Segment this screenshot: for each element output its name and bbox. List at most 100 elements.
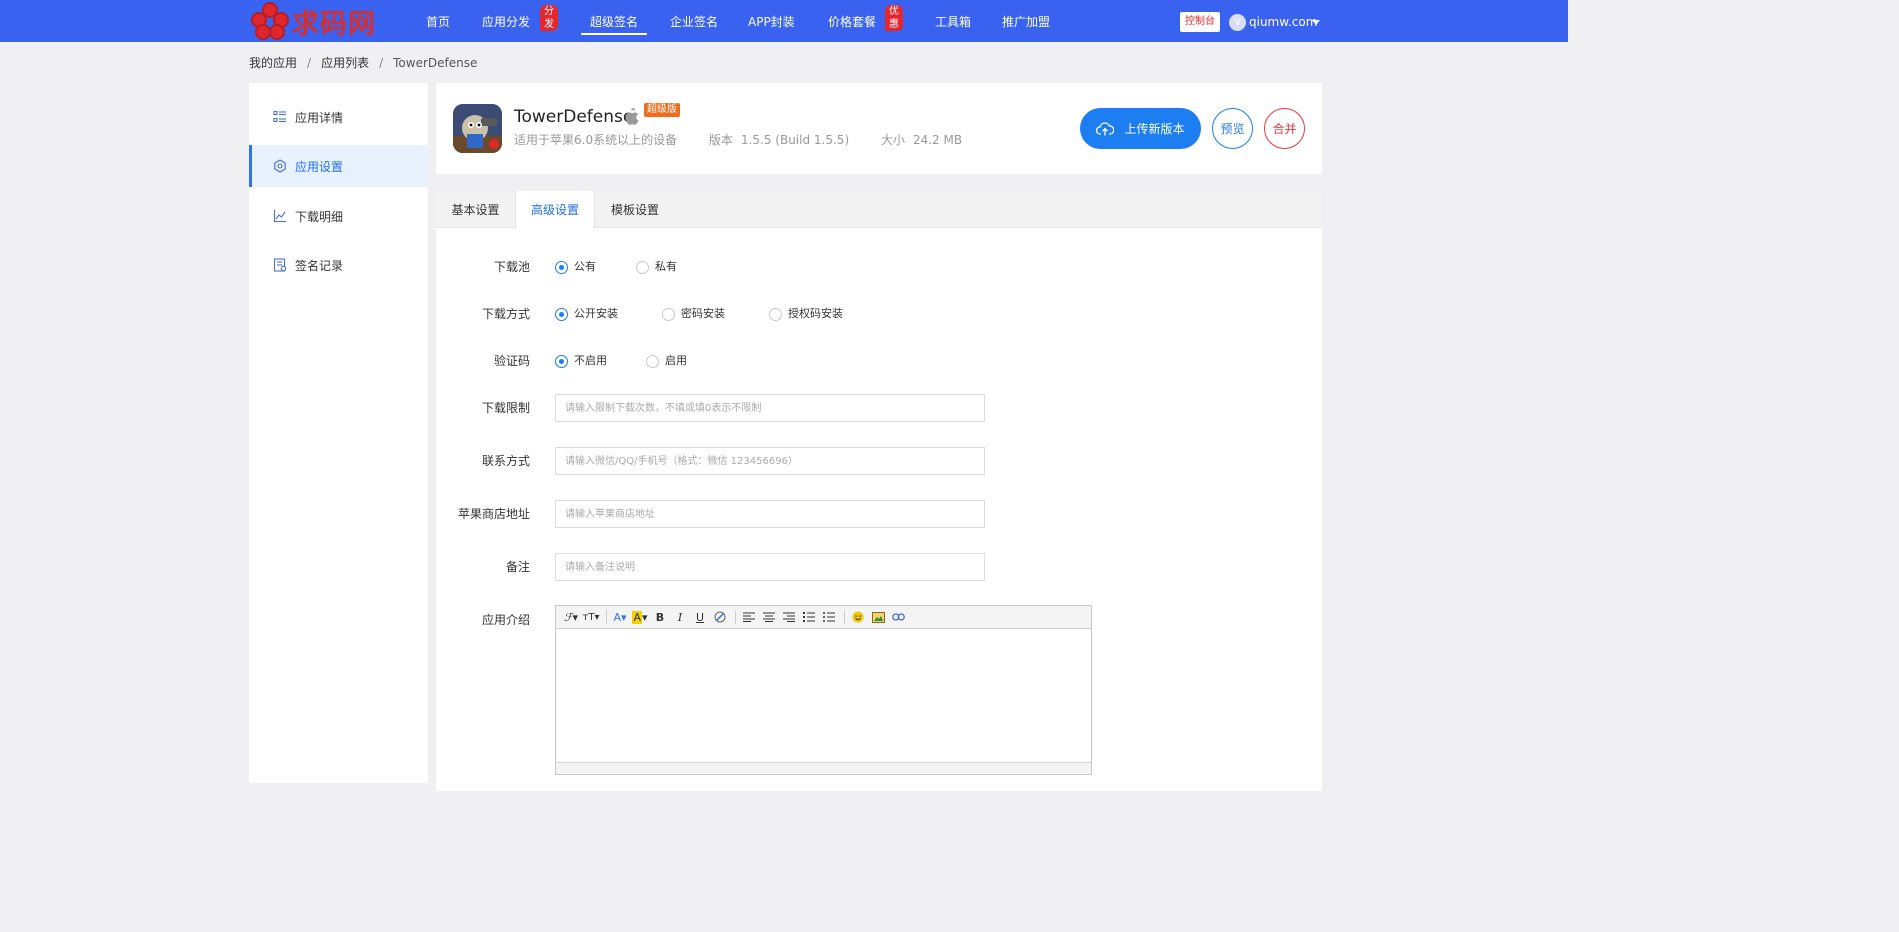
- font-family-icon[interactable]: ℱ▾: [562, 609, 580, 625]
- insert-image-icon[interactable]: [869, 609, 887, 625]
- sidebar-item-download-detail[interactable]: 下载明细: [249, 195, 428, 237]
- note-input[interactable]: [555, 553, 985, 581]
- radio-captcha-off[interactable]: 不启用: [555, 354, 607, 368]
- radio-checked-icon: [555, 260, 568, 274]
- font-color-icon[interactable]: A▾: [611, 609, 629, 625]
- radio-unchecked-icon: [636, 260, 649, 274]
- app-header-card: TowerDefense 超级版 适用于苹果6.0系统以上的设备 版本 1.5.5…: [436, 83, 1322, 174]
- contact-label: 联系方式: [481, 454, 530, 468]
- user-avatar[interactable]: V: [1229, 14, 1246, 31]
- app-size: 大小 24.2 MB: [881, 133, 962, 147]
- radio-label: 授权码安装: [788, 307, 843, 320]
- underline-icon[interactable]: U: [691, 609, 709, 625]
- app-meta: 适用于苹果6.0系统以上的设备 版本 1.5.5 (Build 1.5.5) 大小…: [514, 132, 990, 148]
- logo[interactable]: 求码网: [250, 0, 376, 42]
- nav-item-enterprise-sign[interactable]: 企业签名: [670, 0, 718, 42]
- editor-toolbar: ℱ▾ тT▾ A▾ A ▾ B I U: [556, 606, 1091, 629]
- sidebar-item-label: 应用详情: [295, 110, 344, 125]
- sidebar-item-sign-record[interactable]: 签名记录: [249, 244, 428, 286]
- appstore-url-label: 苹果商店地址: [457, 507, 530, 521]
- radio-label: 启用: [665, 354, 687, 367]
- sidebar-item-app-settings[interactable]: 应用设置: [249, 145, 428, 187]
- radio-label: 公开安装: [574, 307, 618, 320]
- align-left-icon[interactable]: [740, 609, 758, 625]
- breadcrumb-app-list[interactable]: 应用列表: [321, 56, 369, 70]
- settings-tabbar: 基本设置 高级设置 模板设置: [436, 191, 1322, 229]
- radio-captcha-on[interactable]: 启用: [646, 354, 687, 368]
- radio-unchecked-icon: [662, 307, 675, 321]
- settings-gear-icon: [273, 159, 287, 173]
- nav-item-pricing[interactable]: 价格套餐: [828, 0, 876, 42]
- logo-text: 求码网: [292, 8, 376, 40]
- nav-item-toolbox[interactable]: 工具箱: [935, 0, 971, 42]
- chevron-down-icon[interactable]: [1312, 20, 1320, 25]
- captcha-label: 验证码: [493, 354, 530, 368]
- tab-template-settings[interactable]: 模板设置: [595, 191, 675, 228]
- size-label: 大小: [880, 133, 905, 147]
- unordered-list-icon[interactable]: [820, 609, 838, 625]
- ordered-list-icon[interactable]: [800, 609, 818, 625]
- radio-label: 不启用: [574, 354, 607, 367]
- align-right-icon[interactable]: [780, 609, 798, 625]
- app-version: 版本 1.5.5 (Build 1.5.5): [709, 133, 849, 147]
- radio-method-auth-code[interactable]: 授权码安装: [769, 307, 843, 321]
- version-label: 版本: [708, 133, 733, 147]
- radio-pool-private[interactable]: 私有: [636, 260, 677, 274]
- align-center-icon[interactable]: [760, 609, 778, 625]
- radio-label: 公有: [574, 260, 596, 273]
- sidebar-item-label: 签名记录: [295, 258, 344, 273]
- breadcrumb-my-apps[interactable]: 我的应用: [249, 56, 297, 70]
- emoji-icon[interactable]: [849, 609, 867, 625]
- toolbar-divider: [606, 610, 607, 624]
- breadcrumb-current: TowerDefense: [393, 56, 478, 70]
- rich-text-editor: ℱ▾ тT▾ A▾ A ▾ B I U: [555, 605, 1092, 775]
- radio-method-public[interactable]: 公开安装: [555, 307, 618, 321]
- app-intro-label: 应用介绍: [481, 613, 530, 627]
- sidebar-item-label: 应用设置: [295, 159, 344, 174]
- radio-pool-public[interactable]: 公有: [555, 260, 596, 274]
- eraser-icon[interactable]: [711, 609, 729, 625]
- nav-item-app-wrap[interactable]: APP封装: [748, 0, 795, 42]
- preview-button[interactable]: 预览: [1212, 108, 1253, 149]
- link-icon[interactable]: [889, 609, 907, 625]
- nav-item-distribution[interactable]: 应用分发: [482, 0, 530, 42]
- download-method-label: 下载方式: [481, 307, 530, 321]
- nav-badge-distribution: 分发: [540, 5, 558, 31]
- settings-panel: 基本设置 高级设置 模板设置 下载池 公有 私有 下载方式 公开安装 密码安装 …: [436, 191, 1322, 791]
- contact-input[interactable]: [555, 447, 985, 475]
- editor-content-area[interactable]: [556, 629, 1091, 761]
- nav-item-affiliate[interactable]: 推广加盟: [1002, 0, 1050, 42]
- sidebar-item-app-detail[interactable]: 应用详情: [249, 96, 428, 138]
- note-label: 备注: [505, 560, 530, 574]
- highlight-color-icon[interactable]: A ▾: [631, 609, 649, 625]
- font-size-icon[interactable]: тT▾: [582, 609, 600, 625]
- tab-advanced-settings[interactable]: 高级设置: [515, 191, 595, 229]
- upload-new-version-button[interactable]: 上传新版本: [1080, 108, 1201, 149]
- toolbar-divider: [735, 610, 736, 624]
- nav-badge-pricing: 优惠: [885, 5, 903, 31]
- radio-checked-icon: [555, 354, 568, 368]
- top-navbar: 求码网 首页 应用分发 分发 超级签名 企业签名 APP封装 价格套餐 优惠 工…: [0, 0, 1568, 42]
- radio-label: 密码安装: [681, 307, 725, 320]
- italic-icon[interactable]: I: [671, 609, 689, 625]
- download-pool-label: 下载池: [493, 260, 530, 274]
- tab-basic-settings[interactable]: 基本设置: [436, 191, 515, 228]
- console-button[interactable]: 控制台: [1180, 12, 1220, 32]
- editor-resize-handle[interactable]: [556, 762, 1091, 774]
- radio-method-password[interactable]: 密码安装: [662, 307, 725, 321]
- radio-unchecked-icon: [769, 307, 782, 321]
- user-name[interactable]: qiumw.com: [1249, 14, 1317, 31]
- app-name: TowerDefense: [514, 107, 634, 127]
- download-limit-input[interactable]: [555, 394, 985, 422]
- size-value: 24.2 MB: [912, 133, 963, 147]
- bold-icon[interactable]: B: [651, 609, 669, 625]
- logo-flower-icon: [250, 1, 290, 41]
- appstore-url-input[interactable]: [555, 500, 985, 528]
- list-detail-icon: [273, 110, 287, 124]
- app-compat: 适用于苹果6.0系统以上的设备: [514, 133, 678, 147]
- radio-unchecked-icon: [646, 354, 659, 368]
- nav-item-super-sign[interactable]: 超级签名: [580, 0, 648, 42]
- merge-button[interactable]: 合并: [1264, 108, 1305, 149]
- nav-item-home[interactable]: 首页: [426, 0, 450, 42]
- chart-line-icon: [273, 209, 287, 223]
